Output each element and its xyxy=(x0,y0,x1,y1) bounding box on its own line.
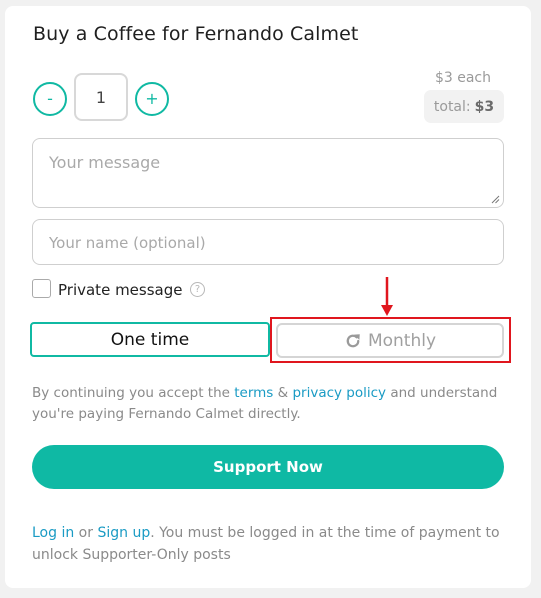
quantity-input[interactable]: 1 xyxy=(74,73,128,121)
tab-one-time-label: One time xyxy=(110,329,190,350)
private-message-checkbox[interactable] xyxy=(32,279,51,298)
support-now-button[interactable]: Support Now xyxy=(32,445,504,489)
quantity-value: 1 xyxy=(95,87,107,107)
quantity-decrease-button[interactable]: - xyxy=(33,82,67,116)
footer-or: or xyxy=(74,525,98,541)
name-input[interactable]: Your name (optional) xyxy=(32,219,504,265)
consent-text: By continuing you accept the terms & pri… xyxy=(32,383,502,425)
message-placeholder: Your message xyxy=(49,153,161,172)
login-link[interactable]: Log in xyxy=(32,525,74,541)
private-message-label[interactable]: Private message xyxy=(58,281,182,299)
consent-prefix: By continuing you accept the xyxy=(32,385,235,401)
quantity-increase-button[interactable]: + xyxy=(135,82,169,116)
price-each: $3 each xyxy=(434,70,491,86)
minus-label: - xyxy=(47,89,53,108)
consent-amp: & xyxy=(273,385,293,401)
total-box: total: $3 xyxy=(424,90,504,123)
resize-grip-icon[interactable] xyxy=(491,195,500,204)
message-textarea[interactable]: Your message xyxy=(32,138,504,208)
name-placeholder: Your name (optional) xyxy=(49,234,206,252)
total-label: total: xyxy=(433,98,471,115)
tab-one-time[interactable]: One time xyxy=(30,322,270,357)
signup-link[interactable]: Sign up xyxy=(97,525,150,541)
terms-link[interactable]: terms xyxy=(234,385,273,401)
card-title: Buy a Coffee for Fernando Calmet xyxy=(33,23,359,45)
total-value: $3 xyxy=(474,98,495,115)
plus-label: + xyxy=(145,89,159,108)
help-glyph: ? xyxy=(194,284,201,295)
tab-monthly-label: Monthly xyxy=(367,330,437,351)
support-now-label: Support Now xyxy=(213,458,323,476)
tab-monthly[interactable]: Monthly xyxy=(276,323,504,358)
support-card: Buy a Coffee for Fernando Calmet - 1 + $… xyxy=(5,6,531,588)
login-prompt: Log in or Sign up. You must be logged in… xyxy=(32,522,512,566)
help-icon[interactable]: ? xyxy=(190,282,205,297)
refresh-icon xyxy=(344,332,362,350)
annotation-arrow-icon xyxy=(381,277,393,316)
privacy-policy-link[interactable]: privacy policy xyxy=(292,385,386,401)
